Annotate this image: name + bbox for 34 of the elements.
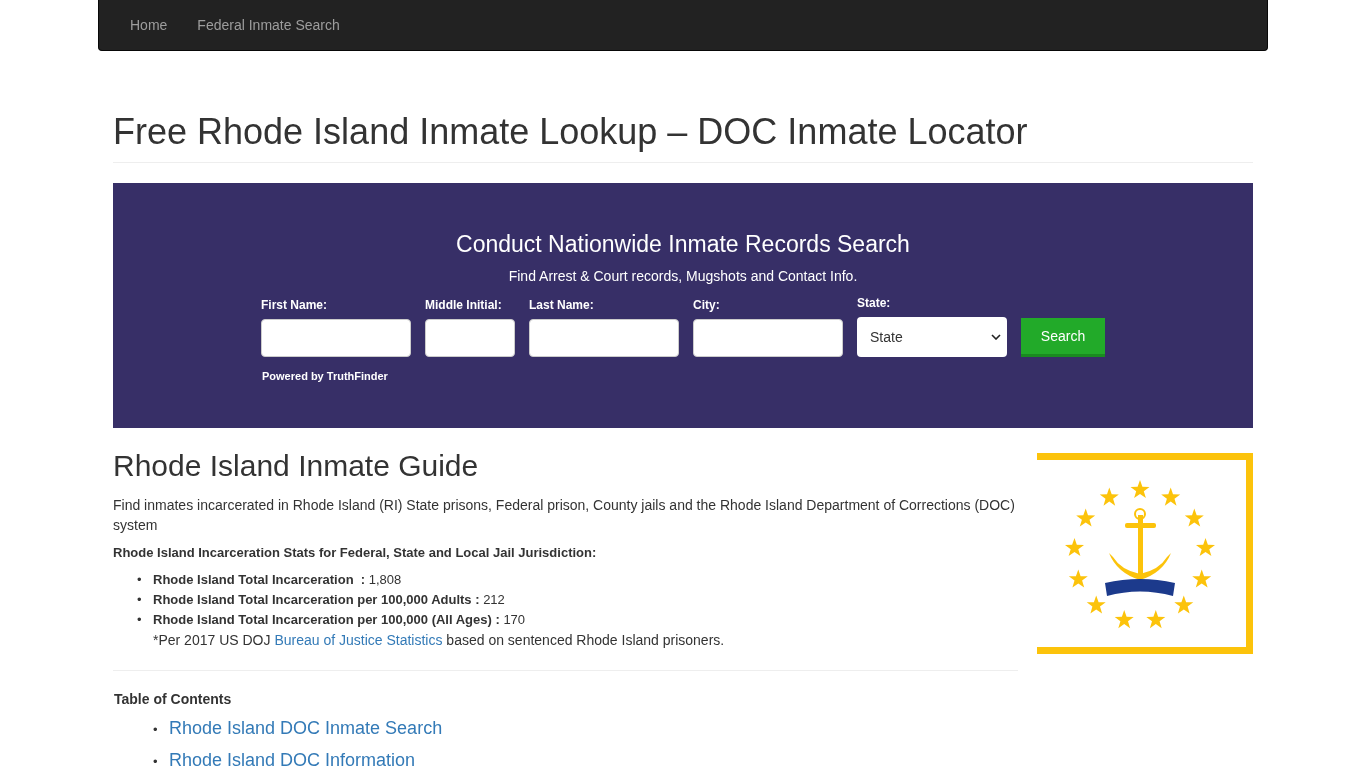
field-label: First Name: bbox=[261, 298, 329, 312]
field-label: Last Name: bbox=[529, 298, 595, 312]
stat-item: Rhode Island Total Incarceration per 100,000 (All Ages) : 170 bbox=[153, 611, 526, 629]
nav-link[interactable]: Federal Inmate Search bbox=[197, 17, 340, 33]
banner-title: Conduct Nationwide Inmate Records Search bbox=[455, 231, 911, 258]
input-field[interactable] bbox=[529, 319, 679, 357]
field-label: Middle Initial: bbox=[425, 298, 503, 312]
bullet-mark: • bbox=[137, 571, 143, 589]
stat-item: Rhode Island Total Incarceration per 100,000 Adults : 212 bbox=[153, 591, 505, 609]
input-field[interactable] bbox=[261, 319, 411, 357]
bullet-mark: • bbox=[153, 721, 159, 739]
bullet-mark: • bbox=[137, 591, 143, 609]
field-label: City: bbox=[693, 298, 721, 312]
page-title: Free Rhode Island Inmate Lookup – DOC Inmate Locator bbox=[113, 110, 1029, 154]
powered-by-text: Powered by TruthFinder bbox=[262, 370, 389, 382]
state-select[interactable]: State bbox=[857, 317, 1007, 357]
stat-item: Rhode Island Total Incarceration : 1,808 bbox=[153, 571, 402, 589]
section-heading: Rhode Island Inmate Guide bbox=[113, 449, 480, 483]
chevron-down-icon bbox=[991, 334, 1001, 340]
field-label: State: bbox=[857, 296, 892, 310]
bullet-mark: • bbox=[137, 611, 143, 629]
banner-subtitle: Find Arrest & Court records, Mugshots and Contact Info. bbox=[507, 268, 859, 284]
input-field[interactable] bbox=[425, 319, 515, 357]
footnote-text: *Per 2017 US DOJ Bureau of Justice Statistics based on sentenced Rhode Island prisoners. bbox=[153, 631, 726, 650]
nav-link[interactable]: Home bbox=[130, 17, 168, 33]
intro-paragraph: Find inmates incarcerated in Rhode Island (RI) State prisons, Federal prison, County jails and the Rhode Island Department of Corrections (DOC) system bbox=[113, 496, 1016, 535]
toc-heading: Table of Contents bbox=[114, 691, 233, 707]
toc-link[interactable]: Rhode Island DOC Inmate Search bbox=[169, 713, 443, 743]
source-link[interactable]: Bureau of Justice Statistics bbox=[274, 632, 443, 648]
toc-link[interactable]: Rhode Island DOC Information bbox=[169, 745, 416, 768]
stats-heading: Rhode Island Incarceration Stats for Federal, State and Local Jail Jurisdiction: bbox=[113, 545, 598, 560]
search-button[interactable]: Search bbox=[1021, 318, 1105, 357]
bullet-mark: • bbox=[153, 753, 159, 768]
input-field[interactable] bbox=[693, 319, 843, 357]
